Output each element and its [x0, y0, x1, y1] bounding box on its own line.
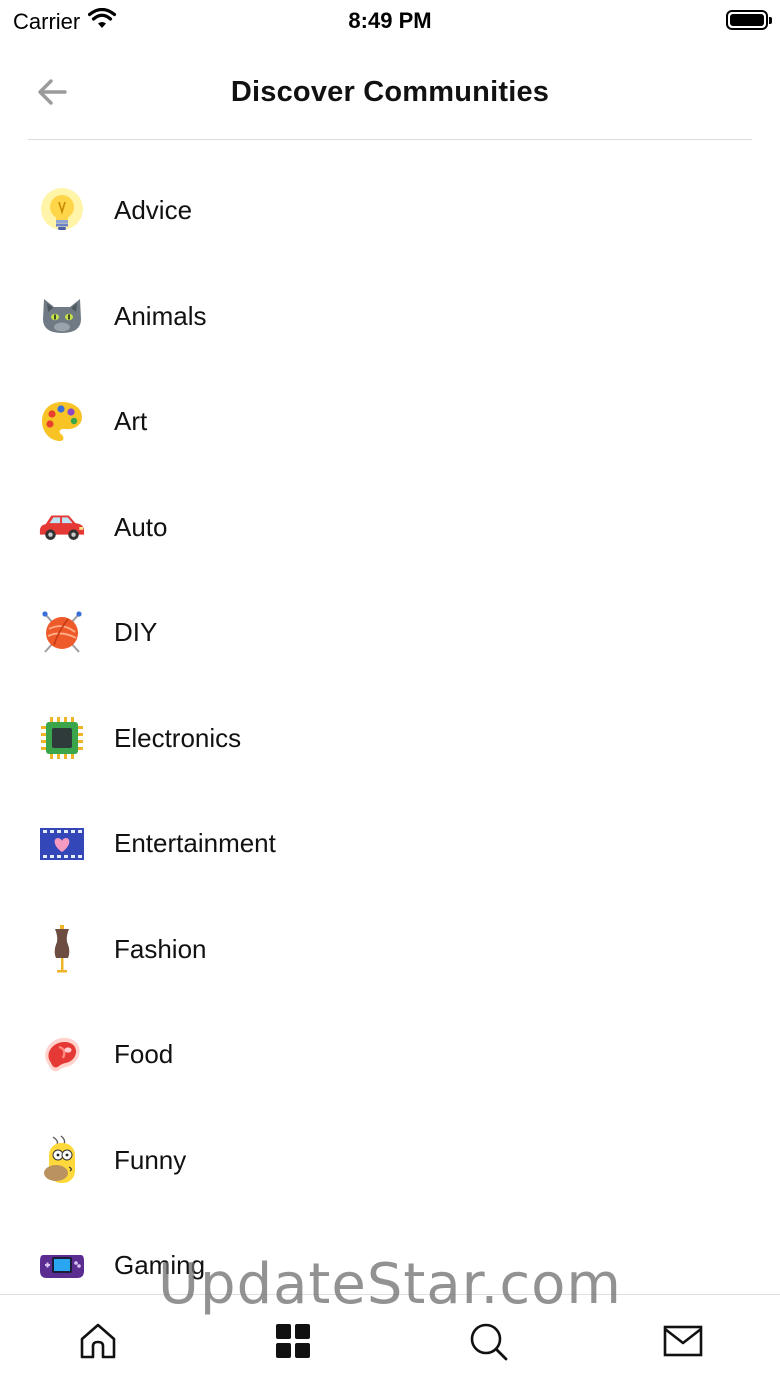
tab-bar [0, 1294, 780, 1387]
status-bar: Carrier 8:49 PM [0, 0, 780, 40]
community-label: Entertainment [114, 828, 276, 859]
community-item-entertainment[interactable]: Entertainment [0, 791, 780, 897]
community-item-fashion[interactable]: Fashion [0, 897, 780, 1003]
lightbulb-icon [38, 187, 86, 235]
community-item-auto[interactable]: Auto [0, 475, 780, 581]
community-item-animals[interactable]: Animals [0, 264, 780, 370]
cartoon-face-icon [38, 1135, 86, 1184]
community-label: DIY [114, 617, 158, 648]
header: Discover Communities [0, 46, 780, 140]
community-item-electronics[interactable]: Electronics [0, 686, 780, 792]
community-item-funny[interactable]: Funny [0, 1108, 780, 1214]
film-icon [38, 820, 86, 868]
community-list: Advice Animals Art Auto DIY Electronics … [0, 158, 780, 1319]
community-item-advice[interactable]: Advice [0, 158, 780, 264]
home-icon [78, 1321, 118, 1366]
tab-search[interactable] [466, 1321, 510, 1365]
community-label: Food [114, 1039, 174, 1070]
tab-home[interactable] [76, 1321, 120, 1365]
community-label: Animals [114, 300, 207, 331]
community-item-diy[interactable]: DIY [0, 580, 780, 686]
community-label: Art [114, 406, 148, 437]
community-label: Gaming [114, 1250, 206, 1281]
community-label: Advice [114, 195, 193, 226]
palette-icon [38, 398, 86, 446]
battery-icon [726, 10, 772, 30]
chip-icon [38, 714, 86, 762]
search-icon [468, 1321, 508, 1366]
community-label: Auto [114, 511, 168, 542]
community-label: Funny [114, 1144, 187, 1175]
status-time: 8:49 PM [348, 8, 432, 33]
page-title: Discover Communities [230, 76, 550, 108]
yarn-icon [38, 609, 86, 657]
screen: Carrier 8:49 PM Discover Communities Adv… [0, 0, 780, 1387]
community-label: Fashion [114, 933, 207, 964]
steak-icon [38, 1031, 86, 1079]
car-icon [38, 503, 86, 551]
cat-icon [38, 292, 86, 340]
community-item-art[interactable]: Art [0, 369, 780, 475]
grid-icon [274, 1322, 312, 1365]
header-divider [28, 139, 752, 140]
mail-icon [663, 1325, 703, 1362]
community-label: Electronics [114, 722, 242, 753]
community-item-food[interactable]: Food [0, 1002, 780, 1108]
mannequin-icon [38, 925, 86, 973]
tab-communities[interactable] [271, 1321, 315, 1365]
handheld-console-icon [38, 1242, 86, 1290]
tab-messages[interactable] [661, 1321, 705, 1365]
